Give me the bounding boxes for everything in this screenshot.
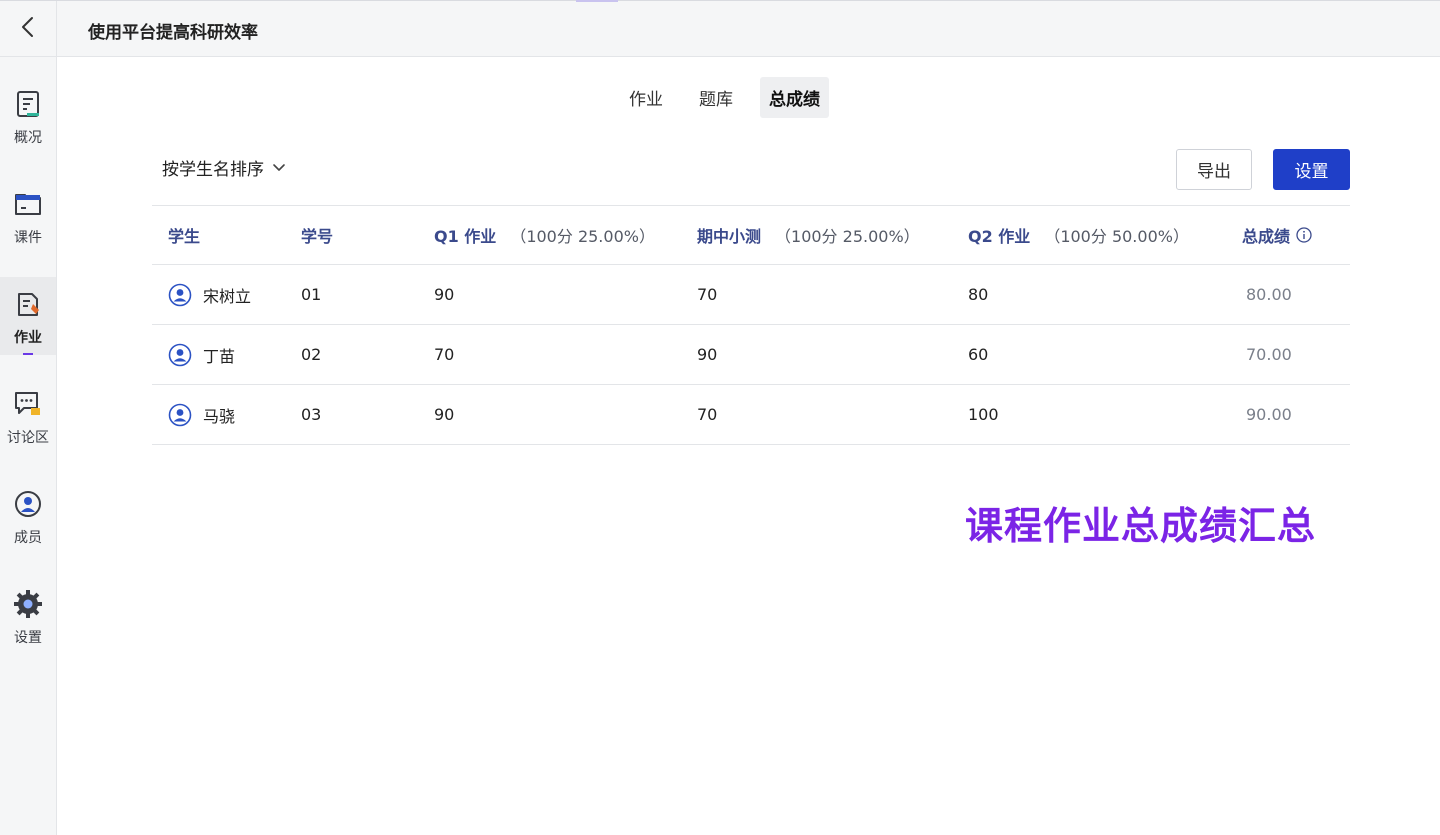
chevron-down-icon — [272, 158, 286, 178]
student-name: 马骁 — [203, 406, 236, 426]
folder-icon — [13, 189, 43, 223]
column-header-label: 期中小测 — [697, 227, 762, 246]
sidebar-item-label: 概况 — [14, 130, 42, 146]
score-total: 70.00 — [1246, 345, 1292, 364]
chevron-left-icon — [20, 15, 36, 43]
summary-caption: 课程作业总成绩汇总 — [965, 504, 1317, 548]
score-midterm: 90 — [697, 345, 718, 364]
sidebar-item-members[interactable]: 成员 — [0, 477, 56, 555]
score-q2: 60 — [968, 345, 989, 364]
chat-bubble-icon — [13, 389, 43, 423]
score-q1: 70 — [434, 345, 455, 364]
sidebar-item-label: 讨论区 — [7, 430, 49, 446]
avatar-icon — [168, 343, 192, 367]
student-cell: 宋树立 — [168, 265, 251, 324]
export-button[interactable]: 导出 — [1176, 149, 1252, 190]
tab-total-score[interactable]: 总成绩 — [760, 77, 829, 118]
student-name: 丁苗 — [203, 346, 236, 366]
top-bar: 使用平台提高科研效率 — [0, 0, 1440, 57]
student-name: 宋树立 — [203, 286, 252, 306]
column-header-label: 学生 — [168, 227, 201, 246]
sidebar: 概况 课件 作业 讨论区 成员 设置 — [0, 57, 57, 835]
homework-edit-icon — [13, 289, 43, 323]
table-row: 马骁 03 90 70 100 90.00 — [152, 385, 1350, 445]
student-id: 01 — [301, 285, 322, 304]
back-button[interactable] — [0, 1, 57, 57]
sidebar-item-label: 课件 — [14, 230, 42, 246]
sidebar-item-label: 成员 — [14, 530, 42, 546]
sidebar-item-discussion[interactable]: 讨论区 — [0, 377, 56, 455]
sort-dropdown-label: 按学生名排序 — [162, 160, 264, 180]
table-header: 学生 学号 Q1 作业 （100分 25.00%） 期中小测 （100分 25.… — [152, 206, 1350, 265]
score-q2: 100 — [968, 405, 999, 424]
gear-icon — [13, 589, 43, 623]
column-header-label: Q2 作业 — [968, 227, 1031, 246]
member-person-icon — [13, 489, 43, 523]
column-header-weight: （100分 50.00%） — [1044, 227, 1189, 246]
score-q2: 80 — [968, 285, 989, 304]
score-q1: 90 — [434, 285, 455, 304]
table-row: 丁苗 02 70 90 60 70.00 — [152, 325, 1350, 385]
settings-button[interactable]: 设置 — [1273, 149, 1350, 190]
column-header-weight: （100分 25.00%） — [510, 227, 655, 246]
sidebar-item-homework[interactable]: 作业 — [0, 277, 56, 355]
column-header-label: 学号 — [301, 227, 334, 246]
tab-bar: 作业 题库 总成绩 — [620, 77, 829, 118]
student-cell: 丁苗 — [168, 325, 235, 384]
column-header-midterm: 期中小测 （100分 25.00%） — [697, 206, 920, 264]
table-row: 宋树立 01 90 70 80 80.00 — [152, 265, 1350, 325]
column-header-total: 总成绩 — [1242, 206, 1312, 264]
grades-table: 学生 学号 Q1 作业 （100分 25.00%） 期中小测 （100分 25.… — [152, 205, 1350, 445]
sidebar-item-overview[interactable]: 概况 — [0, 77, 56, 155]
overview-doc-icon — [13, 89, 43, 123]
column-header-q2: Q2 作业 （100分 50.00%） — [968, 206, 1189, 264]
score-midterm: 70 — [697, 405, 718, 424]
avatar-icon — [168, 403, 192, 427]
column-header-q1: Q1 作业 （100分 25.00%） — [434, 206, 655, 264]
column-header-student-id: 学号 — [301, 206, 333, 264]
info-icon[interactable] — [1296, 227, 1312, 243]
column-header-student: 学生 — [168, 206, 200, 264]
avatar-icon — [168, 283, 192, 307]
score-q1: 90 — [434, 405, 455, 424]
student-cell: 马骁 — [168, 385, 235, 444]
score-total: 80.00 — [1246, 285, 1292, 304]
tab-question-bank[interactable]: 题库 — [690, 77, 742, 118]
sort-dropdown[interactable]: 按学生名排序 — [162, 155, 286, 180]
score-midterm: 70 — [697, 285, 718, 304]
course-title: 使用平台提高科研效率 — [88, 23, 258, 43]
sidebar-item-courseware[interactable]: 课件 — [0, 177, 56, 255]
active-indicator — [23, 353, 33, 355]
tab-homework[interactable]: 作业 — [620, 77, 672, 118]
column-header-label: Q1 作业 — [434, 227, 497, 246]
column-header-label: 总成绩 — [1242, 227, 1291, 246]
sidebar-item-label: 作业 — [14, 330, 42, 346]
sidebar-item-settings[interactable]: 设置 — [0, 577, 56, 655]
score-total: 90.00 — [1246, 405, 1292, 424]
sidebar-item-label: 设置 — [14, 630, 42, 646]
student-id: 02 — [301, 345, 322, 364]
column-header-weight: （100分 25.00%） — [775, 227, 920, 246]
student-id: 03 — [301, 405, 322, 424]
top-accent-line — [576, 0, 618, 2]
